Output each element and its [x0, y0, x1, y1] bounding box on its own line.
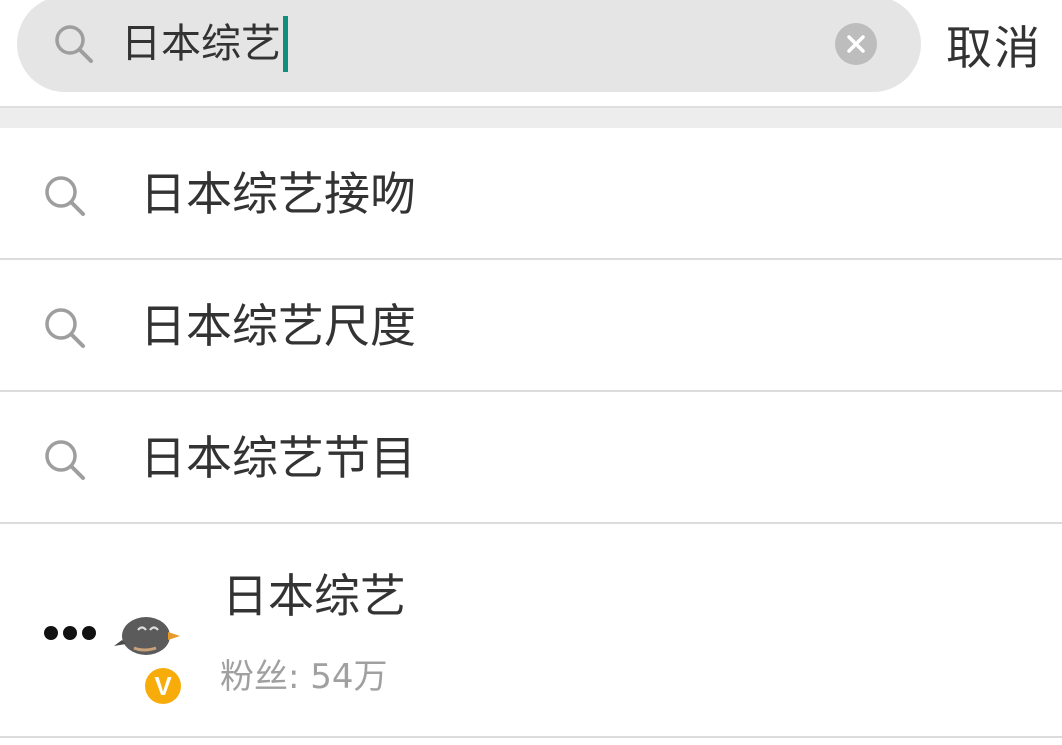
user-fans-count: 粉丝: 54万	[220, 657, 388, 697]
clear-icon	[847, 35, 865, 53]
suggestion-label: 日本综艺尺度	[140, 299, 416, 353]
suggestion-label: 日本综艺节目	[140, 431, 416, 485]
section-divider-band	[0, 108, 1062, 128]
user-name: 日本综艺	[222, 569, 406, 623]
suggestion-label: 日本综艺接吻	[140, 167, 416, 221]
search-bar[interactable]: 日本综艺	[17, 0, 921, 92]
avatar[interactable]	[112, 606, 184, 660]
search-input[interactable]: 日本综艺	[121, 16, 288, 72]
search-icon	[45, 308, 85, 348]
suggestion-item[interactable]: 日本综艺尺度	[0, 260, 1062, 392]
suggestion-item[interactable]: 日本综艺接吻	[0, 128, 1062, 260]
text-caret	[283, 16, 288, 72]
clear-search-button[interactable]	[835, 23, 877, 65]
search-query-text: 日本综艺	[121, 21, 281, 67]
search-icon	[45, 440, 85, 480]
verified-badge-icon: V	[145, 668, 181, 704]
search-page: 日本综艺 取消 日本综艺接吻 日本综艺尺度 日本综艺节目 V 日本综艺 粉丝: …	[0, 0, 1062, 745]
cancel-button[interactable]: 取消	[946, 16, 1042, 80]
search-icon	[55, 25, 93, 63]
suggestion-item[interactable]: 日本综艺节目	[0, 392, 1062, 524]
more-dots-icon	[44, 626, 96, 640]
search-icon	[45, 176, 85, 216]
search-header: 日本综艺 取消	[0, 0, 1062, 108]
suggestion-list: 日本综艺接吻 日本综艺尺度 日本综艺节目	[0, 128, 1062, 524]
